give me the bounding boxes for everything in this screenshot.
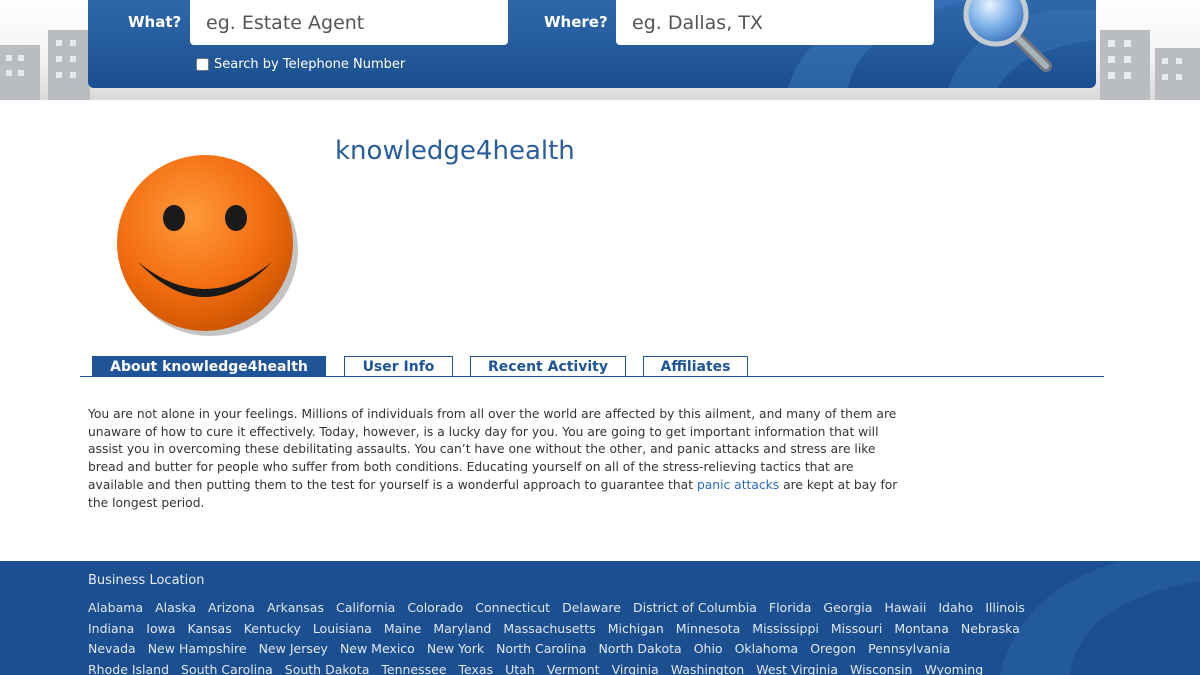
where-search-input[interactable]	[616, 0, 934, 45]
tab-affiliates[interactable]: Affiliates	[643, 356, 748, 376]
state-link[interactable]: Michigan	[608, 621, 664, 636]
state-link[interactable]: Arizona	[208, 600, 255, 615]
tab-recent-activity[interactable]: Recent Activity	[470, 356, 626, 376]
state-link[interactable]: North Carolina	[496, 641, 586, 656]
state-link[interactable]: Hawaii	[884, 600, 926, 615]
state-link[interactable]: District of Columbia	[633, 600, 757, 615]
state-link[interactable]: Missouri	[831, 621, 882, 636]
state-link[interactable]: South Dakota	[285, 662, 370, 675]
state-link[interactable]: Pennsylvania	[868, 641, 950, 656]
telephone-search-option[interactable]: Search by Telephone Number	[196, 57, 405, 72]
state-link[interactable]: Georgia	[823, 600, 872, 615]
state-links-row: Indiana Iowa Kansas Kentucky Louisiana Maine M…	[88, 618, 1088, 639]
state-link[interactable]: Maine	[384, 621, 422, 636]
state-link[interactable]: Vermont	[547, 662, 600, 675]
smiley-face-icon	[117, 155, 298, 336]
state-link[interactable]: Virginia	[612, 662, 659, 675]
business-location-title: Business Location	[88, 573, 205, 588]
state-link[interactable]: Delaware	[562, 600, 621, 615]
state-links: Alabama Alaska Arizona Arkansas California Co…	[88, 597, 1088, 675]
state-link[interactable]: Illinois	[985, 600, 1025, 615]
state-link[interactable]: California	[336, 600, 395, 615]
profile-tabs: About knowledge4health User Info Recent …	[80, 356, 1104, 377]
tab-about[interactable]: About knowledge4health	[92, 356, 326, 376]
state-link[interactable]: Louisiana	[313, 621, 372, 636]
state-link[interactable]: Florida	[769, 600, 812, 615]
state-link[interactable]: New Hampshire	[148, 641, 247, 656]
state-link[interactable]: New Mexico	[340, 641, 415, 656]
state-link[interactable]: Utah	[505, 662, 535, 675]
what-search-input[interactable]	[190, 0, 508, 45]
state-link[interactable]: Oregon	[810, 641, 856, 656]
search-button[interactable]	[958, 0, 1058, 78]
site-header: What? Where? Search by Telephone Number	[0, 0, 1200, 100]
telephone-search-label: Search by Telephone Number	[214, 57, 406, 72]
magnifier-icon	[963, 0, 1052, 72]
state-link[interactable]: Washington	[671, 662, 744, 675]
about-text: You are not alone in your feelings. Mill…	[88, 406, 898, 512]
state-link[interactable]: Alabama	[88, 600, 143, 615]
state-link[interactable]: Kansas	[187, 621, 231, 636]
state-links-row: Rhode Island South Carolina South Dakota Te…	[88, 659, 1088, 675]
state-link[interactable]: Iowa	[146, 621, 175, 636]
state-link[interactable]: Oklahoma	[735, 641, 799, 656]
state-link[interactable]: Wisconsin	[850, 662, 912, 675]
state-link[interactable]: Connecticut	[475, 600, 550, 615]
state-link[interactable]: West Virginia	[756, 662, 838, 675]
state-link[interactable]: Idaho	[938, 600, 973, 615]
state-link[interactable]: Montana	[894, 621, 949, 636]
state-link[interactable]: North Dakota	[598, 641, 681, 656]
search-panel: What? Where? Search by Telephone Number	[88, 0, 1096, 88]
state-link[interactable]: Tennessee	[381, 662, 446, 675]
state-links-row: Nevada New Hampshire New Jersey New Mexico N…	[88, 638, 1088, 659]
state-link[interactable]: Colorado	[407, 600, 463, 615]
tab-user-info[interactable]: User Info	[344, 356, 453, 376]
state-link[interactable]: Alaska	[155, 600, 196, 615]
state-link[interactable]: Arkansas	[267, 600, 324, 615]
state-links-row: Alabama Alaska Arizona Arkansas California Co…	[88, 597, 1088, 618]
state-link[interactable]: Nebraska	[961, 621, 1020, 636]
site-footer: Business Location Alabama Alaska Arizona Ar…	[0, 561, 1200, 675]
state-link[interactable]: Maryland	[433, 621, 491, 636]
state-link[interactable]: Minnesota	[676, 621, 741, 636]
state-link[interactable]: Nevada	[88, 641, 136, 656]
state-link[interactable]: Massachusetts	[503, 621, 595, 636]
state-link[interactable]: Texas	[459, 662, 494, 675]
state-link[interactable]: Indiana	[88, 621, 134, 636]
state-link[interactable]: Wyoming	[924, 662, 983, 675]
where-label: Where?	[544, 13, 608, 31]
state-link[interactable]: Mississippi	[752, 621, 819, 636]
what-label: What?	[128, 13, 182, 31]
state-link[interactable]: Ohio	[694, 641, 723, 656]
telephone-search-checkbox[interactable]	[196, 58, 209, 71]
panic-attacks-link[interactable]: panic attacks	[697, 478, 779, 492]
state-link[interactable]: Kentucky	[244, 621, 301, 636]
state-link[interactable]: South Carolina	[181, 662, 273, 675]
state-link[interactable]: New Jersey	[259, 641, 328, 656]
state-link[interactable]: Rhode Island	[88, 662, 169, 675]
state-link[interactable]: New York	[427, 641, 484, 656]
profile-name: knowledge4health	[335, 136, 575, 166]
